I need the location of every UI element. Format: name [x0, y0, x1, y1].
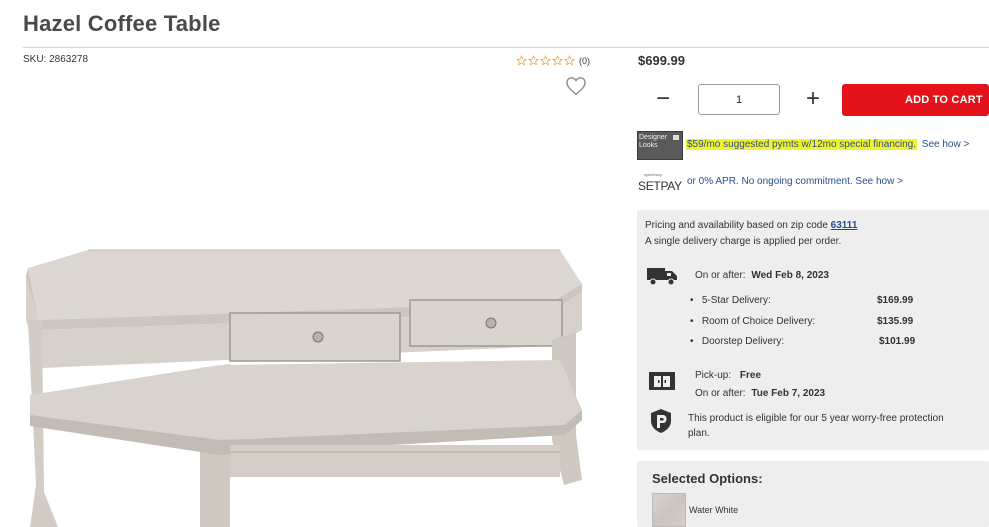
swatch-label: Water White [689, 505, 739, 515]
truck-icon [647, 268, 677, 286]
delivery-option-name: • 5-Star Delivery: [690, 295, 771, 306]
card-chip [673, 135, 679, 140]
star-icon [552, 55, 563, 66]
rating-count: (0) [579, 55, 590, 66]
page-title: Hazel Coffee Table [23, 11, 221, 36]
pickup-value: Free [739, 370, 762, 381]
card-label: Designer Looks [639, 134, 668, 149]
financing-see-how-link[interactable]: See how > [922, 139, 970, 150]
setpay-brand: SETPAY [638, 179, 682, 193]
setpay-logo: synchrony SETPAY [638, 172, 684, 193]
financing-offer: $59/mo suggested pymts w/12mo special fi… [686, 139, 969, 150]
sku-label: SKU: 2863278 [23, 54, 89, 65]
delivery-date: Wed Feb 8, 2023 [751, 270, 829, 281]
protection-line: plan. [688, 428, 710, 439]
add-to-cart-button[interactable]: ADD TO CART [842, 84, 989, 116]
star-icon [528, 55, 539, 66]
selected-options-title: Selected Options: [652, 471, 763, 486]
finish-swatch[interactable] [652, 493, 686, 527]
delivery-option-name: • Doorstep Delivery: [690, 336, 785, 347]
heart-icon[interactable] [565, 76, 587, 96]
single-charge-note: A single delivery charge is applied per … [645, 236, 842, 247]
delivery-option-name: • Room of Choice Delivery: [690, 316, 816, 327]
setpay-see-how-link[interactable]: See how > [855, 176, 903, 187]
delivery-option-label: Room of Choice Delivery: [701, 316, 816, 327]
star-icon [540, 55, 551, 66]
price: $699.99 [638, 53, 685, 68]
pickup-date-label: On or after: [695, 388, 746, 399]
star-icon [564, 55, 575, 66]
delivery-option-label: Doorstep Delivery: [701, 336, 785, 347]
title-divider [23, 47, 989, 48]
product-image [26, 249, 582, 527]
zip-code-link[interactable]: 63111 [831, 220, 858, 231]
selected-options-panel: Selected Options: Water White [637, 461, 989, 527]
setpay-brand-small: synchrony [644, 172, 663, 177]
quantity-increase-button[interactable]: + [800, 85, 826, 112]
zip-note: Pricing and availability based on zip co… [645, 220, 857, 231]
zip-prefix: Pricing and availability based on zip co… [645, 220, 828, 231]
financing-offer-text: $59/mo suggested pymts w/12mo special fi… [686, 139, 918, 150]
credit-card-icon: Designer Looks [637, 131, 683, 160]
pickup-date-row: On or after: Tue Feb 7, 2023 [695, 388, 825, 399]
store-icon [649, 372, 675, 390]
delivery-option-price: $101.99 [879, 336, 916, 347]
pickup-date: Tue Feb 7, 2023 [751, 388, 826, 399]
protection-line: This product is eligible for our 5 year … [688, 413, 944, 424]
delivery-option-price: $135.99 [877, 316, 914, 327]
pickup-row: Pick-up: Free [695, 370, 761, 381]
on-or-after-label: On or after: [695, 270, 746, 281]
setpay-offer-text: or 0% APR. No ongoing commitment. [687, 176, 853, 187]
delivery-panel: Pricing and availability based on zip co… [637, 210, 989, 450]
delivery-option-label: 5-Star Delivery: [701, 295, 771, 306]
star-icon [516, 55, 527, 66]
delivery-date-row: On or after: Wed Feb 8, 2023 [695, 270, 829, 281]
shield-icon [651, 409, 671, 433]
pickup-label: Pick-up: [695, 370, 732, 381]
rating-stars[interactable]: (0) [516, 55, 590, 66]
setpay-offer: or 0% APR. No ongoing commitment. See ho… [687, 176, 903, 187]
quantity-decrease-button[interactable]: − [650, 85, 676, 112]
delivery-option-price: $169.99 [877, 295, 914, 306]
protection-plan-note: This product is eligible for our 5 year … [688, 411, 978, 441]
quantity-input[interactable] [698, 84, 780, 115]
